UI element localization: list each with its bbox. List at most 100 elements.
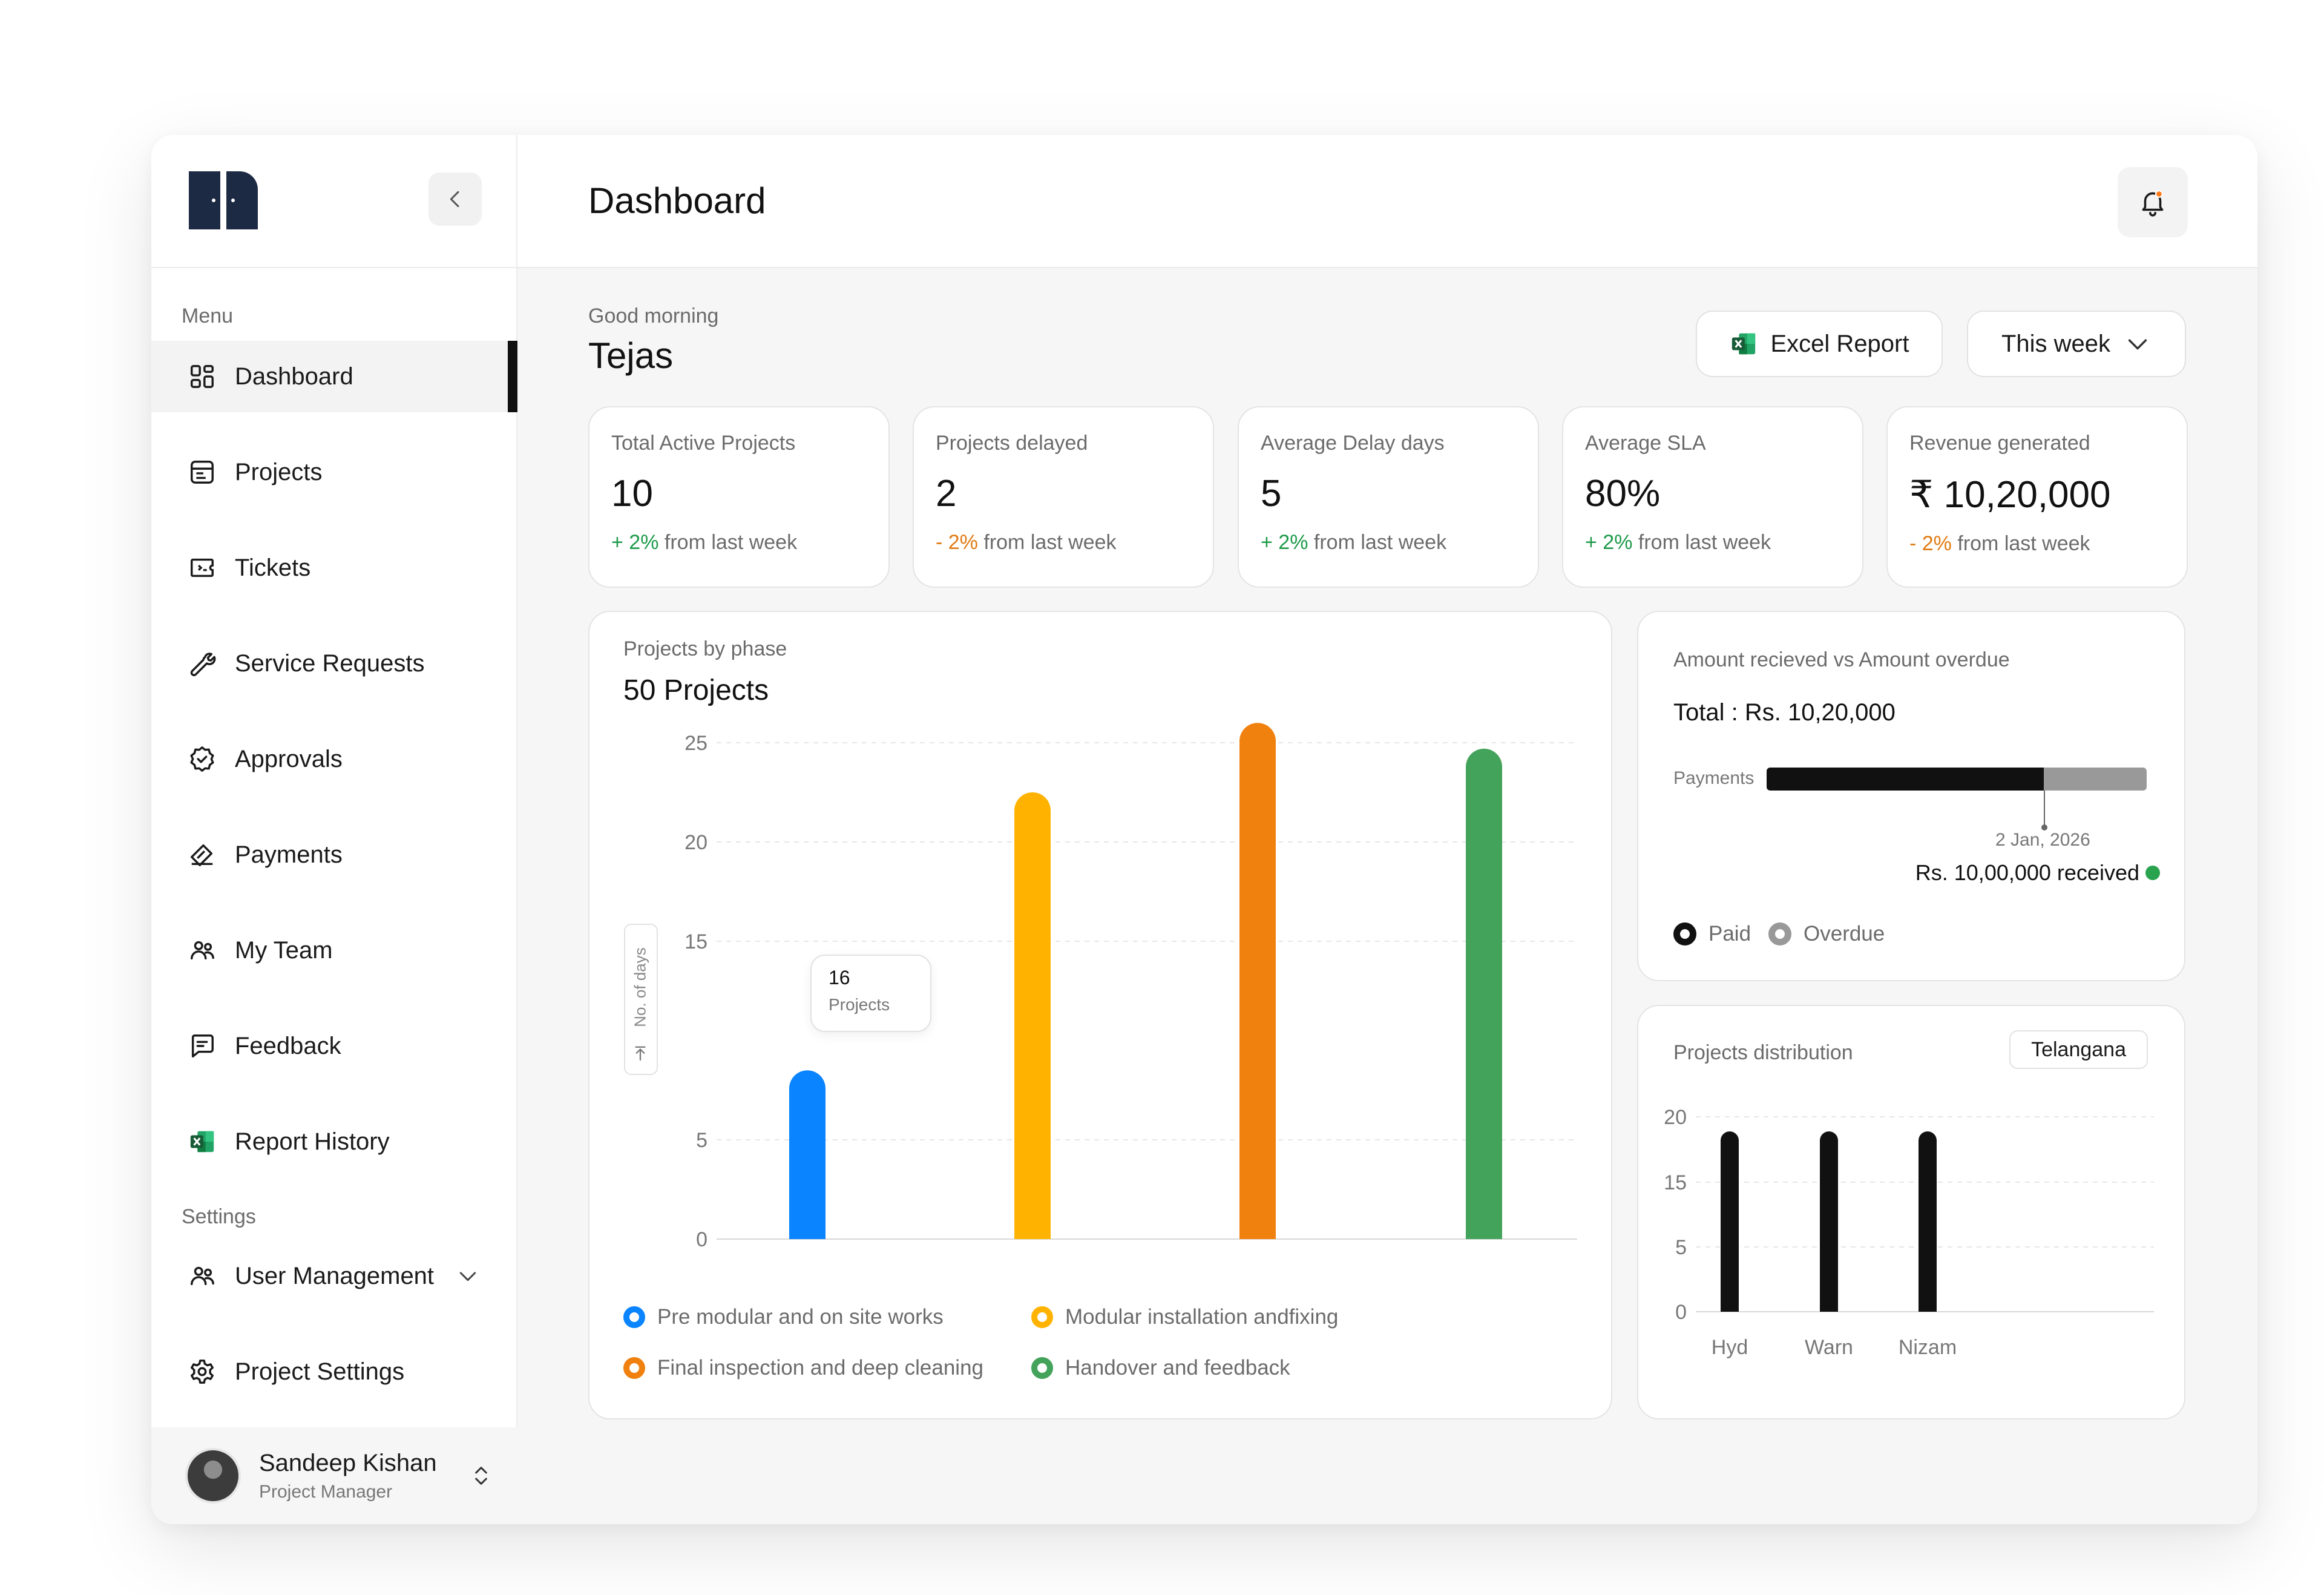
bar-base [1919,1294,1937,1312]
chevron-down-icon [2128,339,2147,350]
user-profile[interactable]: Sandeep Kishan Project Manager [151,1427,517,1524]
sidebar-item-label: Service Requests [235,650,425,677]
y-tick-label: 0 [1675,1301,1687,1324]
stat-change: + 2% from last week [611,531,798,554]
bar-base [1239,1215,1276,1239]
feedback-icon [188,1031,217,1061]
payments-paid-fill [1767,768,2044,791]
profile-role: Project Manager [259,1481,393,1502]
chevron-down-icon[interactable] [456,1264,480,1288]
payments-icon [188,840,217,869]
sidebar-item-label: Payments [235,841,343,868]
bar [1820,1131,1838,1312]
sidebar-item-project-settings[interactable]: Project Settings [151,1336,517,1407]
users-icon [188,1261,217,1291]
y-tick-label: 5 [1675,1236,1687,1259]
arrow-up-icon [635,1046,646,1061]
legend-dot [1031,1357,1053,1379]
sidebar-item-feedback[interactable]: Feedback [151,1010,517,1082]
sidebar-item-service-requests[interactable]: Service Requests [151,628,517,699]
notifications-button[interactable] [2118,167,2188,237]
y-axis-label: No. of days [631,947,649,1027]
bar [1919,1131,1937,1312]
legend-item[interactable]: Modular installation andfixing [1031,1305,1338,1329]
sidebar-item-label: Report History [235,1128,390,1155]
legend-dot [623,1357,645,1379]
period-select[interactable]: This week [1967,311,2186,377]
stat-label: Total Active Projects [611,432,796,455]
wrench-icon [188,649,217,678]
stat-card-average-sla[interactable]: Average SLA 80% + 2% from last week [1562,406,1863,588]
bar-base [789,1215,826,1239]
legend-label: Modular installation andfixing [1065,1305,1339,1329]
sidebar-item-my-team[interactable]: My Team [151,915,517,986]
projects-distribution-panel: Projects distribution Telangana 0 5 15 20 Hy… [1637,1005,2185,1419]
sidebar-item-tickets[interactable]: Tickets [151,532,517,603]
stat-label: Revenue generated [1909,432,2090,455]
chevron-left-icon [450,191,459,208]
y-tick-label: 15 [684,930,707,953]
chevron-up-down-icon[interactable] [469,1462,493,1489]
bar [1239,723,1276,1239]
panel-title: Amount recieved vs Amount overdue [1673,648,2010,671]
stat-card-projects-delayed[interactable]: Projects delayed 2 - 2% from last week [913,406,1214,588]
sidebar-item-dashboard[interactable]: Dashboard [151,341,517,412]
stat-card-average-delay-days[interactable]: Average Delay days 5 + 2% from last week [1238,406,1539,588]
page-title: Dashboard [588,180,766,221]
bar [789,1070,826,1239]
y-tick-label: 25 [684,732,707,755]
y-tick-label: 20 [684,831,707,854]
tooltip-label: Projects [829,995,890,1014]
projects-by-phase-chart: 0 5 15 20 25 [684,723,1577,1251]
sidebar-item-payments[interactable]: Payments [151,819,517,890]
stat-label: Average Delay days [1261,432,1445,455]
bar [1721,1131,1739,1312]
legend-paid[interactable]: Paid [1673,922,1751,946]
legend-item[interactable]: Handover and feedback [1031,1356,1290,1380]
sidebar-item-user-management[interactable]: User Management [151,1240,517,1312]
sidebar-item-label: Projects [235,458,323,485]
received-amount: Rs. 10,00,000 received [1915,860,2160,886]
stat-value: 10 [611,473,653,515]
greeting: Good morning [588,304,719,327]
payments-bar[interactable] [1767,768,2147,791]
sidebar-item-report-history[interactable]: Report History [151,1106,517,1177]
stat-card-total-active-projects[interactable]: Total Active Projects 10 + 2% from last … [588,406,890,588]
excel-icon [188,1127,217,1156]
legend-label: Pre modular and on site works [657,1305,944,1329]
collapse-sidebar-button[interactable] [428,173,482,226]
legend-dot [623,1306,645,1328]
stat-value: 2 [936,473,957,515]
top-bar: Dashboard [517,135,2257,268]
sidebar-item-label: Feedback [235,1032,341,1059]
stat-card-revenue-generated[interactable]: Revenue generated ₹ 10,20,000 - 2% from … [1886,406,2188,588]
excel-icon [1732,333,1755,355]
bar [1466,748,1502,1239]
y-tick-label: 15 [1664,1171,1687,1194]
sidebar-item-label: Approvals [235,745,343,772]
app-window: Menu Dashboard Projects Tickets Service … [151,135,2257,1524]
sidebar-item-label: Project Settings [235,1358,405,1385]
legend-dot [1673,922,1696,945]
bar-base [1820,1294,1838,1312]
sidebar-item-label: User Management [235,1262,435,1289]
tooltip-value: 16 [829,967,850,988]
legend-overdue[interactable]: Overdue [1768,922,1885,946]
badge-check-icon [188,745,217,774]
stat-value: 5 [1261,473,1282,515]
legend-label: Handover and feedback [1065,1356,1290,1380]
excel-report-button[interactable]: Excel Report [1696,311,1943,377]
user-greeting-name: Tejas [588,335,674,376]
status-dot [2145,866,2160,880]
gear-icon [188,1357,217,1386]
dashboard-icon [188,362,217,391]
sidebar-divider [151,267,517,268]
excel-report-label: Excel Report [1770,330,1909,357]
legend-item[interactable]: Final inspection and deep cleaning [623,1356,983,1380]
period-select-value: This week [2001,330,2111,357]
app-logo[interactable] [189,171,258,229]
legend-item[interactable]: Pre modular and on site works [623,1305,944,1329]
sidebar-item-approvals[interactable]: Approvals [151,723,517,795]
sidebar-item-projects[interactable]: Projects [151,436,517,508]
amount-total: Total : Rs. 10,20,000 [1673,699,1896,726]
